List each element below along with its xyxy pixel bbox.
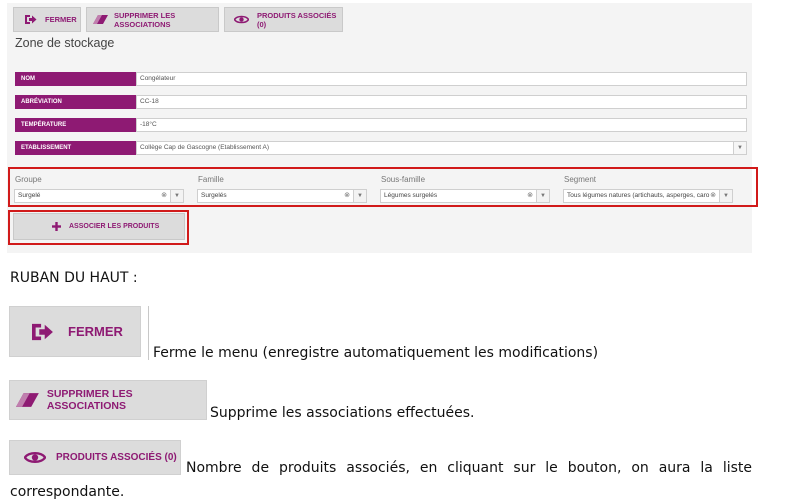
filter-select-famille[interactable]: Surgelés ⊗ ▼ [197, 189, 367, 203]
filter-label-sous-famille: Sous-famille [381, 175, 426, 184]
associated-illustration-label: PRODUITS ASSOCIÉS (0) [56, 452, 177, 463]
associated-products-button[interactable]: PRODUITS ASSOCIÉS (0) [224, 7, 343, 32]
associated-products-label: PRODUITS ASSOCIÉS (0) [257, 10, 337, 29]
section-heading: RUBAN DU HAUT : [10, 270, 138, 286]
chevron-down-icon[interactable]: ▼ [536, 190, 549, 202]
associated-products-illustration: PRODUITS ASSOCIÉS (0) [9, 440, 181, 475]
filter-label-groupe: Groupe [15, 175, 42, 184]
associate-products-label: ASSOCIER LES PRODUITS [69, 223, 160, 230]
field-input-nom[interactable]: Congélateur [136, 72, 747, 86]
field-label-etablissement: ETABLISSEMENT [15, 141, 136, 155]
delete-associations-illustration: SUPPRIMER LES ASSOCIATIONS [9, 380, 207, 420]
chevron-down-icon[interactable]: ▼ [353, 190, 366, 202]
exit-icon [32, 323, 53, 340]
close-description: Ferme le menu (enregistre automatiquemen… [153, 345, 599, 361]
delete-associations-button[interactable]: SUPPRIMER LES ASSOCIATIONS [86, 7, 219, 32]
field-label-nom: NOM [15, 72, 136, 86]
associated-description-line1: Nombre de produits associés, en cliquant… [186, 460, 752, 476]
delete-associations-label: SUPPRIMER LES ASSOCIATIONS [114, 10, 176, 29]
filter-select-sous-famille[interactable]: Légumes surgelés ⊗ ▼ [380, 189, 550, 203]
field-input-temperature[interactable]: -18°C [136, 118, 747, 132]
clear-icon[interactable]: ⊗ [527, 190, 533, 202]
close-button[interactable]: FERMER [13, 7, 81, 32]
chevron-down-icon[interactable]: ▼ [170, 190, 183, 202]
chevron-down-icon[interactable]: ▼ [733, 142, 746, 154]
filter-value-groupe: Surgelé [18, 192, 41, 199]
filter-select-segment[interactable]: Tous légumes natures (artichauts, asperg… [563, 189, 733, 203]
filter-value-segment: Tous légumes natures (artichauts, asperg… [567, 192, 710, 199]
eye-icon [24, 452, 46, 463]
field-input-abreviation[interactable]: CC-18 [136, 95, 747, 109]
eraser-icon [16, 393, 39, 407]
clear-icon[interactable]: ⊗ [161, 190, 167, 202]
filter-label-segment: Segment [564, 175, 597, 184]
close-button-illustration: FERMER [9, 306, 141, 357]
divider [148, 306, 149, 360]
delete-illustration-label: SUPPRIMER LES ASSOCIATIONS [46, 388, 133, 412]
field-select-etablissement[interactable]: Collège Cap de Gascogne (Etablissement A… [136, 141, 747, 155]
field-label-abreviation: ABRÉVIATION [15, 95, 136, 109]
field-select-etablissement-value: Collège Cap de Gascogne (Etablissement A… [140, 144, 269, 151]
filter-label-famille: Famille [198, 175, 224, 184]
associated-description-line2: correspondante. [10, 484, 125, 500]
filter-value-sous-famille: Légumes surgelés [384, 192, 438, 199]
clear-icon[interactable]: ⊗ [710, 190, 716, 202]
filter-value-famille: Surgelés [201, 192, 227, 199]
zone-title: Zone de stockage [15, 36, 115, 50]
close-button-label: FERMER [45, 15, 77, 24]
eraser-icon [93, 15, 108, 24]
clear-icon[interactable]: ⊗ [344, 190, 350, 202]
exit-icon [25, 15, 37, 24]
field-label-temperature: TEMPÉRATURE [15, 118, 136, 132]
plus-icon [52, 222, 61, 231]
associate-products-button[interactable]: ASSOCIER LES PRODUITS [13, 213, 185, 240]
chevron-down-icon[interactable]: ▼ [719, 190, 732, 202]
delete-description: Supprime les associations effectuées. [210, 405, 475, 421]
filter-select-groupe[interactable]: Surgelé ⊗ ▼ [14, 189, 184, 203]
eye-icon [234, 15, 249, 24]
close-illustration-label: FERMER [68, 324, 123, 339]
